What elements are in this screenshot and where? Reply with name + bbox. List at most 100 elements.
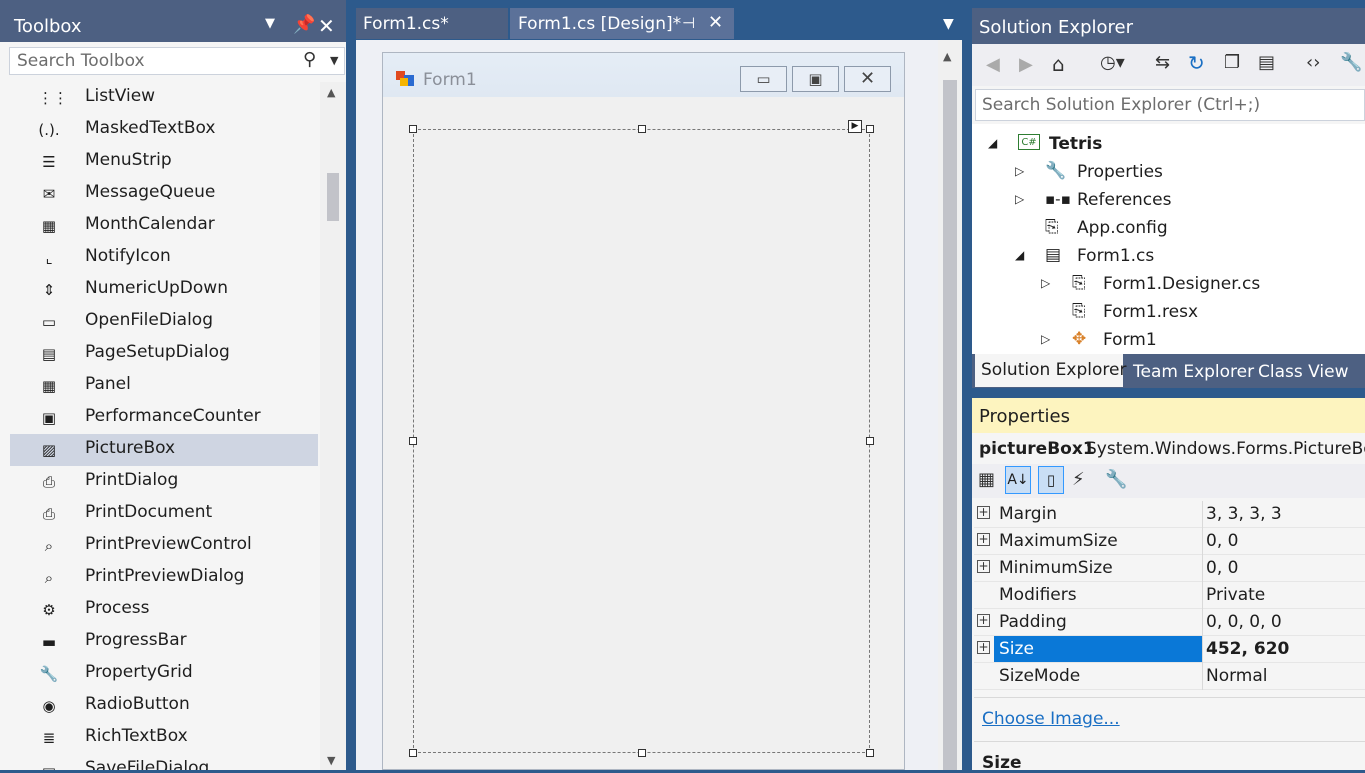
property-row[interactable]: +MinimumSize0, 0 bbox=[974, 555, 1365, 582]
maximize-button[interactable]: ▣ bbox=[792, 66, 839, 92]
toolbox-item[interactable]: ≣RichTextBox bbox=[10, 722, 318, 754]
resize-handle[interactable] bbox=[866, 125, 874, 133]
sync-icon[interactable]: ⇆ bbox=[1155, 52, 1170, 73]
tree-node-form1-resx[interactable]: Form1.resx bbox=[1103, 302, 1198, 322]
collapse-arrow-icon[interactable]: ◢ bbox=[988, 136, 997, 150]
resize-handle[interactable] bbox=[409, 749, 417, 757]
pin-icon[interactable]: 📌 bbox=[293, 14, 315, 35]
expand-arrow-icon[interactable]: ▷ bbox=[1015, 192, 1024, 206]
property-value[interactable]: 3, 3, 3, 3 bbox=[1206, 504, 1282, 524]
expand-icon[interactable]: + bbox=[977, 641, 990, 654]
toolbox-item[interactable]: 🔧PropertyGrid bbox=[10, 658, 318, 690]
alphabetical-icon[interactable]: A↓ bbox=[1005, 466, 1031, 494]
smart-tag-icon[interactable]: ▶ bbox=[848, 120, 862, 133]
resize-handle[interactable] bbox=[866, 749, 874, 757]
scroll-thumb[interactable] bbox=[327, 173, 339, 221]
toolbox-item[interactable]: ▣PerformanceCounter bbox=[10, 402, 318, 434]
toolbox-item[interactable]: ◉RadioButton bbox=[10, 690, 318, 722]
resize-handle[interactable] bbox=[409, 125, 417, 133]
toolbox-item[interactable]: ⌕PrintPreviewDialog bbox=[10, 562, 318, 594]
property-value[interactable]: 0, 0, 0, 0 bbox=[1206, 612, 1282, 632]
picturebox1[interactable] bbox=[413, 129, 870, 753]
toolbox-item[interactable]: ▭OpenFileDialog bbox=[10, 306, 318, 338]
property-row[interactable]: ModifiersPrivate bbox=[974, 582, 1365, 609]
tree-node-app-config[interactable]: App.config bbox=[1077, 218, 1168, 238]
tree-node-form1-designer[interactable]: Form1.Designer.cs bbox=[1103, 274, 1260, 294]
toolbox-item[interactable]: ⋮⋮ListView bbox=[10, 82, 318, 114]
expand-arrow-icon[interactable]: ▷ bbox=[1041, 276, 1050, 290]
collapse-all-icon[interactable]: ❐ bbox=[1224, 52, 1240, 73]
scroll-up-icon[interactable]: ▲ bbox=[327, 86, 335, 99]
scroll-thumb[interactable] bbox=[943, 80, 957, 770]
tab-form1-design[interactable]: Form1.cs [Design]* ⊣ ✕ bbox=[510, 8, 734, 39]
forward-icon[interactable]: ▶ bbox=[1019, 54, 1033, 75]
tab-solution-explorer[interactable]: Solution Explorer bbox=[975, 354, 1123, 387]
toolbox-search-input[interactable]: Search Toolbox ⚲ ▼ bbox=[9, 47, 345, 75]
toolbox-item[interactable]: ⇕NumericUpDown bbox=[10, 274, 318, 306]
toolbox-item[interactable]: ▤PageSetupDialog bbox=[10, 338, 318, 370]
expand-arrow-icon[interactable]: ▷ bbox=[1041, 332, 1050, 346]
tree-node-references[interactable]: References bbox=[1077, 190, 1171, 210]
view-code-icon[interactable]: ‹› bbox=[1306, 52, 1320, 73]
tree-node-properties[interactable]: Properties bbox=[1077, 162, 1163, 182]
tree-node-form1-cs[interactable]: Form1.cs bbox=[1077, 246, 1154, 266]
toolbox-item[interactable]: (.).MaskedTextBox bbox=[10, 114, 318, 146]
tab-overflow-icon[interactable]: ▼ bbox=[943, 16, 954, 32]
toolbox-item[interactable]: ▦Panel bbox=[10, 370, 318, 402]
toolbox-item[interactable]: ⚙Process bbox=[10, 594, 318, 626]
collapse-arrow-icon[interactable]: ◢ bbox=[1015, 248, 1024, 262]
close-button[interactable]: ✕ bbox=[844, 66, 891, 92]
toolbox-item[interactable]: ⎙PrintDialog bbox=[10, 466, 318, 498]
properties-view-icon[interactable]: ▯ bbox=[1038, 466, 1064, 494]
resize-handle[interactable] bbox=[638, 125, 646, 133]
resize-handle[interactable] bbox=[866, 437, 874, 445]
toolbox-item[interactable]: ▭SaveFileDialog bbox=[10, 754, 318, 770]
show-all-files-icon[interactable]: ▤ bbox=[1258, 52, 1275, 73]
toolbox-scrollbar[interactable]: ▲ ▼ bbox=[320, 82, 346, 770]
property-row[interactable]: +Padding0, 0, 0, 0 bbox=[974, 609, 1365, 636]
property-value[interactable]: Normal bbox=[1206, 666, 1268, 686]
resize-handle[interactable] bbox=[638, 749, 646, 757]
tab-form1-cs[interactable]: Form1.cs* bbox=[356, 8, 508, 39]
property-row[interactable]: +Size452, 620 bbox=[974, 636, 1365, 663]
expand-icon[interactable]: + bbox=[977, 506, 990, 519]
dropdown-icon[interactable]: ▼ bbox=[265, 16, 275, 31]
scroll-down-icon[interactable]: ▼ bbox=[327, 754, 335, 767]
categorized-icon[interactable]: ▦ bbox=[978, 469, 995, 490]
expand-arrow-icon[interactable]: ▷ bbox=[1015, 164, 1024, 178]
properties-icon[interactable]: 🔧 bbox=[1340, 52, 1362, 73]
toolbox-item[interactable]: ▬ProgressBar bbox=[10, 626, 318, 658]
property-row[interactable]: SizeModeNormal bbox=[974, 663, 1365, 690]
toolbox-item[interactable]: ☰MenuStrip bbox=[10, 146, 318, 178]
toolbox-item[interactable]: ▨PictureBox bbox=[10, 434, 318, 466]
expand-icon[interactable]: + bbox=[977, 533, 990, 546]
toolbox-item[interactable]: ✉MessageQueue bbox=[10, 178, 318, 210]
property-row[interactable]: +MaximumSize0, 0 bbox=[974, 528, 1365, 555]
expand-icon[interactable]: + bbox=[977, 614, 990, 627]
expand-icon[interactable]: + bbox=[977, 560, 990, 573]
property-value[interactable]: Private bbox=[1206, 585, 1265, 605]
search-icon[interactable]: ⚲ bbox=[303, 49, 316, 70]
choose-image-link[interactable]: Choose Image... bbox=[982, 709, 1120, 729]
search-options-icon[interactable]: ▼ bbox=[330, 54, 338, 67]
scroll-up-icon[interactable]: ▲ bbox=[943, 50, 951, 63]
property-value[interactable]: 452, 620 bbox=[1206, 639, 1289, 659]
tab-team-explorer[interactable]: Team Explorer bbox=[1133, 362, 1254, 382]
property-row[interactable]: +Margin3, 3, 3, 3 bbox=[974, 501, 1365, 528]
property-value[interactable]: 0, 0 bbox=[1206, 558, 1238, 578]
toolbox-item[interactable]: ⌕PrintPreviewControl bbox=[10, 530, 318, 562]
designer-scrollbar[interactable]: ▲ bbox=[938, 40, 962, 770]
pin-tab-icon[interactable]: ⊣ bbox=[682, 14, 695, 32]
property-value[interactable]: 0, 0 bbox=[1206, 531, 1238, 551]
back-icon[interactable]: ◀ bbox=[986, 54, 1000, 75]
solution-search-input[interactable]: Search Solution Explorer (Ctrl+;) bbox=[975, 89, 1365, 121]
history-icon[interactable]: ◷▾ bbox=[1100, 52, 1125, 73]
tab-class-view[interactable]: Class View bbox=[1258, 362, 1348, 382]
home-icon[interactable]: ⌂ bbox=[1052, 52, 1065, 76]
events-icon[interactable]: ⚡ bbox=[1072, 469, 1085, 490]
object-selector[interactable]: pictureBox1 System.Windows.Forms.Picture… bbox=[972, 434, 1365, 464]
close-icon[interactable]: ✕ bbox=[318, 14, 335, 38]
toolbox-item[interactable]: ⎙PrintDocument bbox=[10, 498, 318, 530]
minimize-button[interactable]: ▭ bbox=[740, 66, 787, 92]
resize-handle[interactable] bbox=[409, 437, 417, 445]
